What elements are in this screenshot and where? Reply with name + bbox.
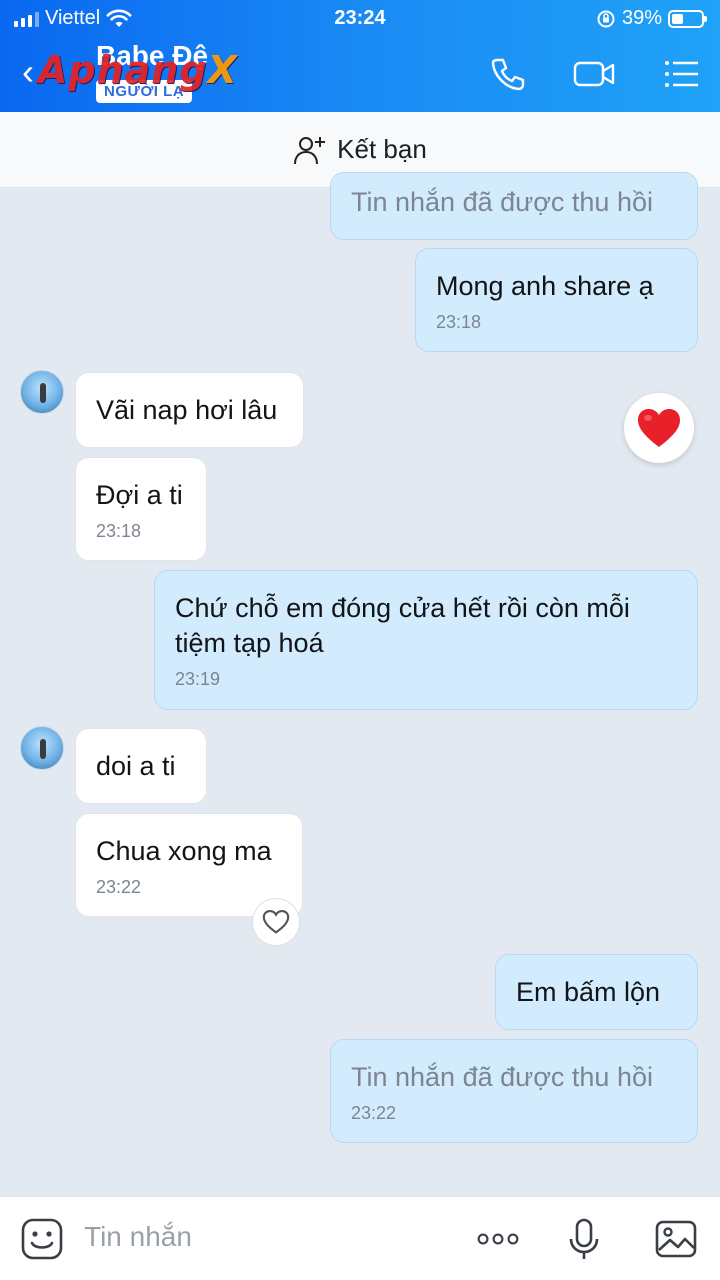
- message-time: 23:18: [436, 312, 482, 332]
- more-options-icon[interactable]: [476, 1217, 520, 1261]
- sticker-emoji-icon[interactable]: [20, 1217, 64, 1261]
- message-time: 23:22: [96, 877, 142, 897]
- message-text: doi a ti: [96, 751, 176, 781]
- message-composer: Tin nhắn: [0, 1196, 720, 1280]
- contact-avatar[interactable]: [20, 370, 64, 414]
- message-time: 23:22: [351, 1103, 397, 1123]
- message-text: Chứ chỗ em đóng cửa hết rồi còn mỗi tiệm…: [175, 593, 630, 658]
- header: Viettel 23:24 39% ‹ Babe Đệ NGƯỜI LẠ Aph…: [0, 0, 720, 112]
- battery-fill: [672, 13, 683, 24]
- battery-percent: 39%: [621, 7, 662, 29]
- heart-icon: [638, 409, 680, 447]
- heart-reaction[interactable]: [624, 393, 694, 463]
- orientation-lock-icon: [597, 10, 615, 27]
- message-text: Mong anh share ạ: [436, 271, 654, 301]
- message-time: 23:18: [96, 521, 142, 541]
- message-bubble[interactable]: Vãi nap hơi lâu: [75, 372, 304, 448]
- menu-icon[interactable]: [660, 52, 704, 96]
- message-text: Tin nhắn đã được thu hồi: [351, 1062, 653, 1092]
- message-bubble[interactable]: Mong anh share ạ 23:18: [415, 248, 698, 352]
- video-call-icon[interactable]: [572, 52, 616, 96]
- message-bubble[interactable]: Chứ chỗ em đóng cửa hết rồi còn mỗi tiệm…: [154, 570, 698, 710]
- add-reaction-button[interactable]: [252, 898, 300, 946]
- image-gallery-icon[interactable]: [654, 1217, 698, 1261]
- message-text: Em bấm lộn: [516, 977, 661, 1007]
- message-bubble[interactable]: Em bấm lộn: [495, 954, 698, 1030]
- message-text: Vãi nap hơi lâu: [96, 395, 278, 425]
- back-button[interactable]: ‹: [22, 52, 34, 92]
- message-text: Tin nhắn đã được thu hồi: [351, 187, 653, 217]
- message-text: Chua xong ma: [96, 836, 272, 866]
- status-right: 39%: [596, 7, 707, 30]
- message-bubble[interactable]: Tin nhắn đã được thu hồi: [330, 172, 698, 240]
- message-bubble[interactable]: Tin nhắn đã được thu hồi 23:22: [330, 1039, 698, 1143]
- message-bubble[interactable]: doi a ti: [75, 728, 207, 804]
- battery-icon: [668, 9, 707, 28]
- microphone-icon[interactable]: [562, 1217, 606, 1261]
- heart-outline-icon: [262, 909, 290, 934]
- message-text: Đợi a ti: [96, 480, 183, 510]
- message-input[interactable]: Tin nhắn: [84, 1221, 192, 1253]
- add-friend-icon: [294, 136, 326, 164]
- add-friend-label: Kết bạn: [337, 134, 427, 164]
- message-bubble[interactable]: Đợi a ti 23:18: [75, 457, 207, 561]
- contact-avatar[interactable]: [20, 726, 64, 770]
- message-time: 23:19: [175, 669, 221, 689]
- status-bar: Viettel 23:24 39%: [0, 0, 720, 36]
- watermark-logo: AphangX: [38, 48, 238, 92]
- phone-call-icon[interactable]: [486, 52, 530, 96]
